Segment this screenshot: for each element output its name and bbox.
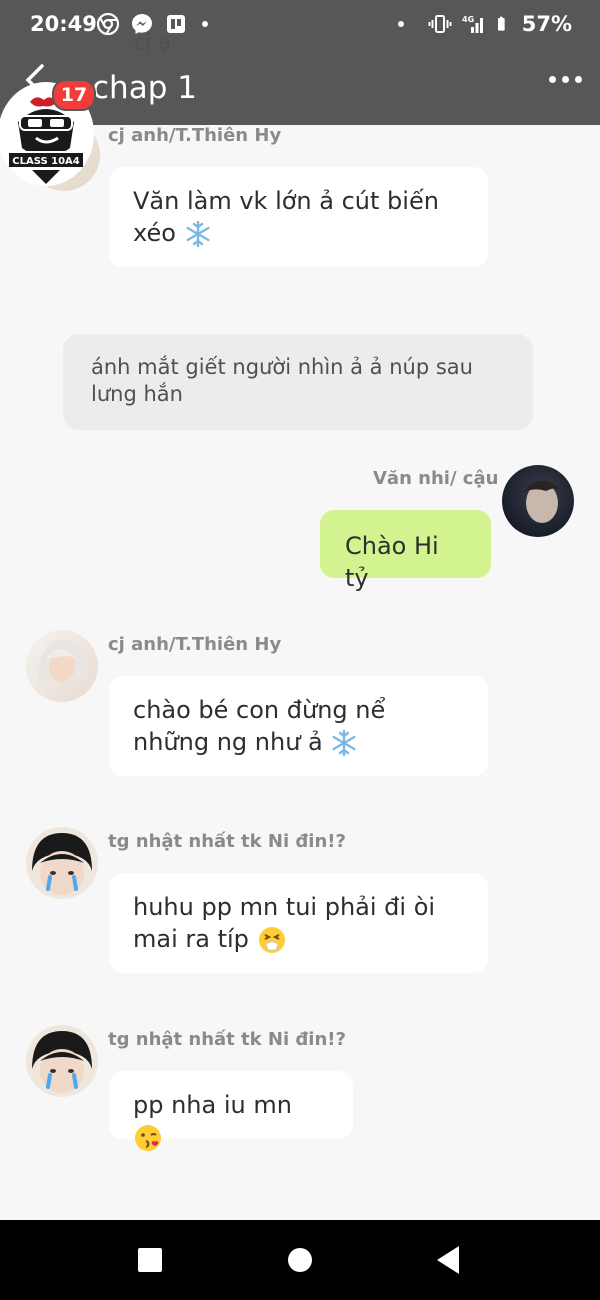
sender-avatar[interactable]	[26, 827, 98, 899]
message-bubble[interactable]: chào bé con đừng nể những ng như ả	[109, 676, 488, 776]
snowflake-icon	[332, 729, 356, 757]
vibrate-icon	[428, 15, 452, 33]
battery-icon	[497, 16, 505, 31]
kissing-face-icon	[135, 1125, 161, 1151]
person-avatar-icon	[522, 480, 560, 523]
chrome-icon	[96, 12, 120, 36]
back-button[interactable]	[435, 1242, 461, 1278]
person-avatar-icon	[38, 639, 88, 682]
message-text: Chào Hi tỷ	[345, 532, 439, 592]
message-bubble[interactable]: pp nha iu mn	[109, 1071, 353, 1151]
person-avatar-icon	[32, 833, 92, 895]
message-list[interactable]: cj anh/T.Thiên Hy Văn làm vk lớn ả cút b…	[0, 125, 600, 1220]
chat-screen: 20:49 4G 57% cj ạ chap 1 CLASS 10A4 17 c…	[0, 0, 600, 1300]
status-right: 4G 57%	[397, 12, 572, 36]
my-message-bubble[interactable]: Chào Hi tỷ	[320, 510, 491, 592]
more-options-button[interactable]	[549, 76, 582, 83]
notification-dot	[202, 21, 208, 27]
battery-percent: 57%	[521, 12, 572, 36]
message-text: pp nha iu mn	[133, 1091, 292, 1119]
message-bubble[interactable]: Văn làm vk lớn ả cút biến xéo	[109, 167, 488, 267]
signal-4g-icon: 4G	[462, 15, 483, 33]
unread-badge: 17	[52, 79, 96, 111]
message-bubble[interactable]: huhu pp mn tui phải đi òi mai ra típ	[109, 873, 488, 973]
sender-avatar[interactable]	[26, 630, 98, 702]
more-dot-icon	[562, 76, 569, 83]
group-logo-text: CLASS 10A4	[12, 156, 80, 167]
svg-text:4G: 4G	[462, 15, 474, 24]
sender-name: cj anh/T.Thiên Hy	[108, 125, 282, 146]
status-time: 20:49	[30, 12, 97, 36]
sneezing-face-icon	[258, 927, 285, 953]
more-dot-icon	[575, 76, 582, 83]
more-dot-icon	[549, 76, 556, 83]
ghost-message-preview: cj ạ	[134, 30, 171, 54]
sender-avatar[interactable]	[26, 1025, 98, 1097]
sender-name: tg nhật nhất tk Ni đin!?	[108, 1029, 346, 1050]
sender-name: Văn nhi/ cậu	[373, 468, 499, 489]
narration-bubble[interactable]: ánh mắt giết người nhìn ả ả núp sau lưng…	[63, 334, 533, 430]
my-avatar[interactable]	[502, 465, 574, 537]
sender-name: cj anh/T.Thiên Hy	[108, 634, 282, 655]
recents-button[interactable]	[137, 1242, 163, 1278]
narration-text: ánh mắt giết người nhìn ả ả núp sau lưng…	[91, 355, 473, 406]
person-avatar-icon	[32, 1031, 92, 1093]
status-bar: 20:49 4G 57% cj ạ	[0, 0, 600, 54]
snowflake-icon	[185, 220, 210, 248]
notification-dot	[397, 21, 404, 27]
sender-name: tg nhật nhất tk Ni đin!?	[108, 831, 346, 852]
home-button[interactable]	[286, 1242, 314, 1278]
message-text: Văn làm vk lớn ả cút biến xéo	[133, 187, 439, 247]
system-nav-bar	[0, 1220, 600, 1300]
chat-title: chap 1	[92, 70, 197, 106]
